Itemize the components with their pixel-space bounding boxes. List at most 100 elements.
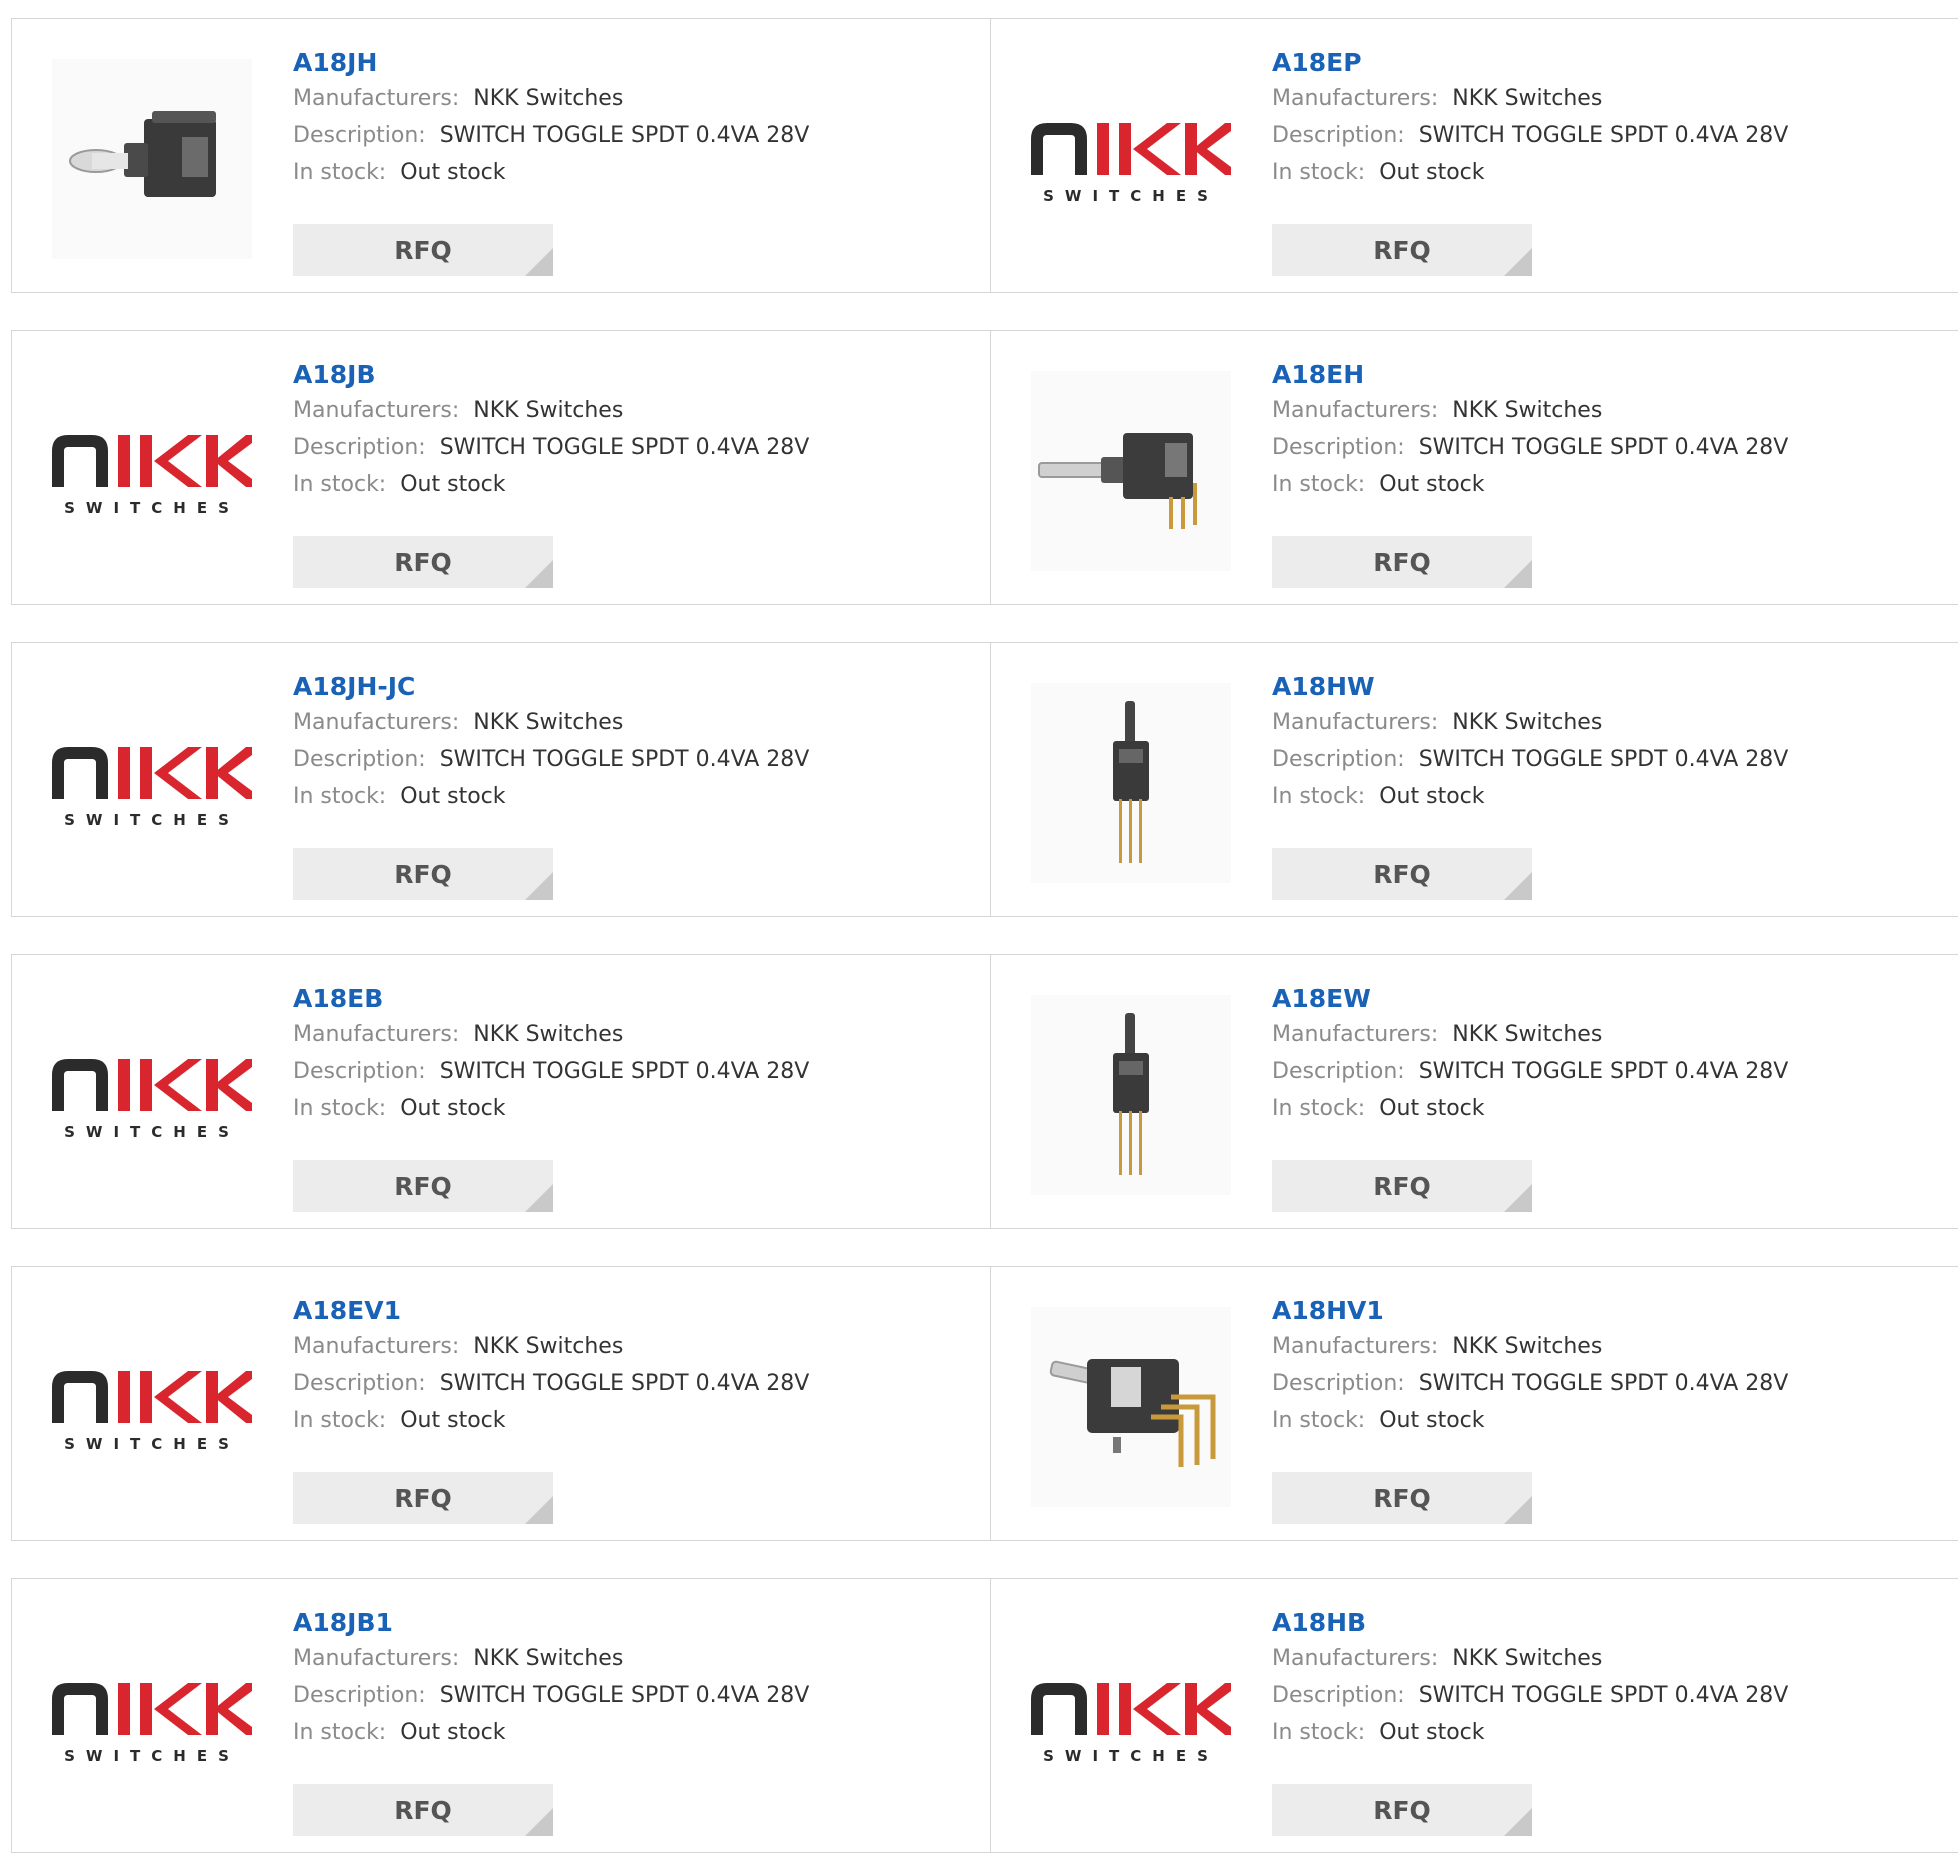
rfq-button[interactable]: RFQ bbox=[293, 848, 553, 900]
product-part-link[interactable]: A18EV1 bbox=[293, 1295, 809, 1329]
product-part-link[interactable]: A18JB bbox=[293, 359, 809, 393]
rfq-button-label: RFQ bbox=[1373, 236, 1431, 265]
description-label: Description: bbox=[1272, 1059, 1405, 1084]
manufacturer-line: Manufacturers: NKK Switches bbox=[293, 1329, 809, 1366]
stock-value: Out stock bbox=[1379, 784, 1485, 809]
svg-text:SWITCHES: SWITCHES bbox=[64, 1123, 240, 1141]
product-part-link[interactable]: A18EH bbox=[1272, 359, 1788, 393]
manufacturer-value: NKK Switches bbox=[473, 398, 624, 423]
product-image[interactable] bbox=[1031, 995, 1231, 1195]
product-part-link[interactable]: A18EP bbox=[1272, 47, 1788, 81]
manufacturer-label: Manufacturers: bbox=[1272, 1334, 1439, 1359]
stock-label: In stock: bbox=[1272, 1720, 1366, 1745]
description-label: Description: bbox=[1272, 747, 1405, 772]
rfq-button[interactable]: RFQ bbox=[1272, 1160, 1532, 1212]
rfq-button[interactable]: RFQ bbox=[293, 1784, 553, 1836]
rfq-button[interactable]: RFQ bbox=[293, 536, 553, 588]
manufacturer-label: Manufacturers: bbox=[293, 398, 460, 423]
rfq-button[interactable]: RFQ bbox=[293, 1160, 553, 1212]
manufacturer-label: Manufacturers: bbox=[1272, 1022, 1439, 1047]
svg-text:SWITCHES: SWITCHES bbox=[64, 1747, 240, 1765]
svg-text:SWITCHES: SWITCHES bbox=[1043, 187, 1219, 205]
rfq-button[interactable]: RFQ bbox=[293, 1472, 553, 1524]
product-image[interactable]: SWITCHES bbox=[1031, 1619, 1231, 1819]
nkk-logo-icon: SWITCHES bbox=[52, 435, 252, 517]
product-part-link[interactable]: A18HW bbox=[1272, 671, 1788, 705]
manufacturer-value: NKK Switches bbox=[473, 1646, 624, 1671]
stock-label: In stock: bbox=[293, 472, 387, 497]
svg-text:SWITCHES: SWITCHES bbox=[1043, 1747, 1219, 1765]
stock-value: Out stock bbox=[400, 1408, 506, 1433]
stock-line: In stock: Out stock bbox=[1272, 155, 1788, 192]
product-card: A18HV1 Manufacturers: NKK Switches Descr… bbox=[990, 1267, 1958, 1540]
product-part-link[interactable]: A18EB bbox=[293, 983, 809, 1017]
rfq-button[interactable]: RFQ bbox=[1272, 1472, 1532, 1524]
manufacturer-line: Manufacturers: NKK Switches bbox=[1272, 1641, 1788, 1678]
rfq-button-label: RFQ bbox=[394, 548, 452, 577]
description-line: Description: SWITCH TOGGLE SPDT 0.4VA 28… bbox=[1272, 1366, 1788, 1403]
product-info: A18JB1 Manufacturers: NKK Switches Descr… bbox=[293, 1607, 809, 1752]
stock-line: In stock: Out stock bbox=[1272, 467, 1788, 504]
stock-label: In stock: bbox=[293, 160, 387, 185]
manufacturer-value: NKK Switches bbox=[1452, 1646, 1603, 1671]
stock-line: In stock: Out stock bbox=[293, 1091, 809, 1128]
product-image[interactable] bbox=[1031, 1307, 1231, 1507]
product-info: A18HW Manufacturers: NKK Switches Descri… bbox=[1272, 671, 1788, 816]
rfq-button-label: RFQ bbox=[1373, 548, 1431, 577]
stock-value: Out stock bbox=[400, 160, 506, 185]
product-image[interactable]: SWITCHES bbox=[52, 1619, 252, 1819]
stock-value: Out stock bbox=[1379, 1720, 1485, 1745]
product-image[interactable]: SWITCHES bbox=[52, 995, 252, 1195]
nkk-logo-icon: SWITCHES bbox=[52, 1059, 252, 1141]
description-label: Description: bbox=[293, 1683, 426, 1708]
product-image[interactable] bbox=[1031, 683, 1231, 883]
product-image[interactable]: SWITCHES bbox=[52, 1307, 252, 1507]
product-info: A18EW Manufacturers: NKK Switches Descri… bbox=[1272, 983, 1788, 1128]
description-line: Description: SWITCH TOGGLE SPDT 0.4VA 28… bbox=[293, 1054, 809, 1091]
manufacturer-value: NKK Switches bbox=[1452, 1334, 1603, 1359]
product-part-link[interactable]: A18HB bbox=[1272, 1607, 1788, 1641]
product-image[interactable] bbox=[1031, 371, 1231, 571]
product-image[interactable] bbox=[52, 59, 252, 259]
product-part-link[interactable]: A18HV1 bbox=[1272, 1295, 1788, 1329]
stock-value: Out stock bbox=[400, 472, 506, 497]
stock-line: In stock: Out stock bbox=[1272, 1403, 1788, 1440]
svg-text:SWITCHES: SWITCHES bbox=[64, 1435, 240, 1453]
product-image[interactable]: SWITCHES bbox=[52, 683, 252, 883]
product-card: SWITCHES A18JB Manufacturers: NKK Switch… bbox=[12, 331, 991, 604]
description-value: SWITCH TOGGLE SPDT 0.4VA 28V bbox=[1418, 123, 1789, 148]
product-part-link[interactable]: A18JH bbox=[293, 47, 809, 81]
product-info: A18HV1 Manufacturers: NKK Switches Descr… bbox=[1272, 1295, 1788, 1440]
rfq-button[interactable]: RFQ bbox=[1272, 848, 1532, 900]
description-line: Description: SWITCH TOGGLE SPDT 0.4VA 28… bbox=[1272, 430, 1788, 467]
nkk-logo-icon: SWITCHES bbox=[52, 1371, 252, 1453]
rfq-button[interactable]: RFQ bbox=[1272, 1784, 1532, 1836]
manufacturer-line: Manufacturers: NKK Switches bbox=[293, 81, 809, 118]
rfq-button[interactable]: RFQ bbox=[1272, 536, 1532, 588]
product-info: A18EB Manufacturers: NKK Switches Descri… bbox=[293, 983, 809, 1128]
manufacturer-line: Manufacturers: NKK Switches bbox=[293, 1641, 809, 1678]
manufacturer-value: NKK Switches bbox=[1452, 86, 1603, 111]
description-line: Description: SWITCH TOGGLE SPDT 0.4VA 28… bbox=[1272, 742, 1788, 779]
product-part-link[interactable]: A18EW bbox=[1272, 983, 1788, 1017]
product-image[interactable]: SWITCHES bbox=[1031, 59, 1231, 259]
description-label: Description: bbox=[1272, 435, 1405, 460]
product-card: A18JH Manufacturers: NKK Switches Descri… bbox=[12, 19, 991, 292]
description-label: Description: bbox=[293, 1059, 426, 1084]
rfq-button[interactable]: RFQ bbox=[293, 224, 553, 276]
product-image[interactable]: SWITCHES bbox=[52, 371, 252, 571]
description-line: Description: SWITCH TOGGLE SPDT 0.4VA 28… bbox=[293, 1366, 809, 1403]
corner-fold-icon bbox=[525, 248, 553, 276]
manufacturer-value: NKK Switches bbox=[473, 710, 624, 735]
corner-fold-icon bbox=[1504, 560, 1532, 588]
rfq-button[interactable]: RFQ bbox=[1272, 224, 1532, 276]
description-label: Description: bbox=[1272, 1371, 1405, 1396]
product-row: SWITCHES A18JB Manufacturers: NKK Switch… bbox=[11, 330, 1958, 605]
stock-line: In stock: Out stock bbox=[293, 1403, 809, 1440]
description-value: SWITCH TOGGLE SPDT 0.4VA 28V bbox=[439, 123, 810, 148]
product-part-link[interactable]: A18JH-JC bbox=[293, 671, 809, 705]
product-row: SWITCHES A18EV1 Manufacturers: NKK Switc… bbox=[11, 1266, 1958, 1541]
description-line: Description: SWITCH TOGGLE SPDT 0.4VA 28… bbox=[1272, 1678, 1788, 1715]
stock-label: In stock: bbox=[293, 784, 387, 809]
product-part-link[interactable]: A18JB1 bbox=[293, 1607, 809, 1641]
